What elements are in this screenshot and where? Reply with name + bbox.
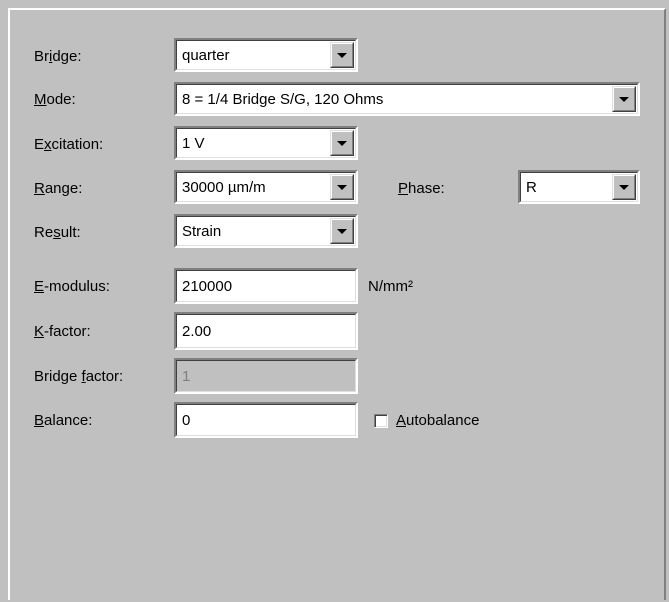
- phase-value: R: [526, 178, 537, 196]
- range-select[interactable]: 30000 µm/m: [174, 170, 358, 204]
- emodulus-input[interactable]: 210000: [174, 268, 358, 304]
- mode-select[interactable]: 8 = 1/4 Bridge S/G, 120 Ohms: [174, 82, 640, 116]
- chevron-down-icon: [337, 184, 347, 190]
- emodulus-unit: N/mm²: [368, 278, 413, 295]
- mode-value: 8 = 1/4 Bridge S/G, 120 Ohms: [182, 90, 384, 108]
- result-dropdown-button[interactable]: [330, 218, 354, 244]
- autobalance-checkbox[interactable]: [374, 414, 388, 428]
- result-label: Result:: [34, 224, 81, 241]
- phase-label: Phase:: [398, 180, 445, 197]
- excitation-dropdown-button[interactable]: [330, 130, 354, 156]
- bridge-select[interactable]: quarter: [174, 38, 358, 72]
- bridge-label: Bridge:: [34, 48, 82, 65]
- mode-label: Mode:: [34, 91, 76, 108]
- range-label: Range:: [34, 180, 83, 197]
- balance-input[interactable]: 0: [174, 402, 358, 438]
- result-select[interactable]: Strain: [174, 214, 358, 248]
- bridge-dropdown-button[interactable]: [330, 42, 354, 68]
- phase-select[interactable]: R: [518, 170, 640, 204]
- autobalance-label[interactable]: Autobalance: [396, 412, 479, 430]
- range-value: 30000 µm/m: [182, 178, 266, 196]
- bridgefactor-label: Bridge factor:: [34, 368, 124, 385]
- balance-label: Balance:: [34, 412, 93, 429]
- kfactor-label: K-factor:: [34, 323, 91, 340]
- kfactor-value: 2.00: [182, 322, 212, 340]
- chevron-down-icon: [619, 96, 629, 102]
- balance-value: 0: [182, 411, 191, 429]
- chevron-down-icon: [337, 52, 347, 58]
- excitation-label: Excitation:: [34, 136, 104, 153]
- chevron-down-icon: [337, 140, 347, 146]
- excitation-select[interactable]: 1 V: [174, 126, 358, 160]
- bridgefactor-input: 1: [174, 358, 358, 394]
- chevron-down-icon: [619, 184, 629, 190]
- kfactor-input[interactable]: 2.00: [174, 312, 358, 350]
- result-value: Strain: [182, 222, 222, 240]
- mode-dropdown-button[interactable]: [612, 86, 636, 112]
- bridgefactor-value: 1: [182, 367, 191, 385]
- emodulus-label: E-modulus:: [34, 278, 110, 295]
- chevron-down-icon: [337, 228, 347, 234]
- phase-dropdown-button[interactable]: [612, 174, 636, 200]
- excitation-value: 1 V: [182, 134, 205, 152]
- bridge-value: quarter: [182, 46, 230, 64]
- range-dropdown-button[interactable]: [330, 174, 354, 200]
- emodulus-value: 210000: [182, 277, 233, 295]
